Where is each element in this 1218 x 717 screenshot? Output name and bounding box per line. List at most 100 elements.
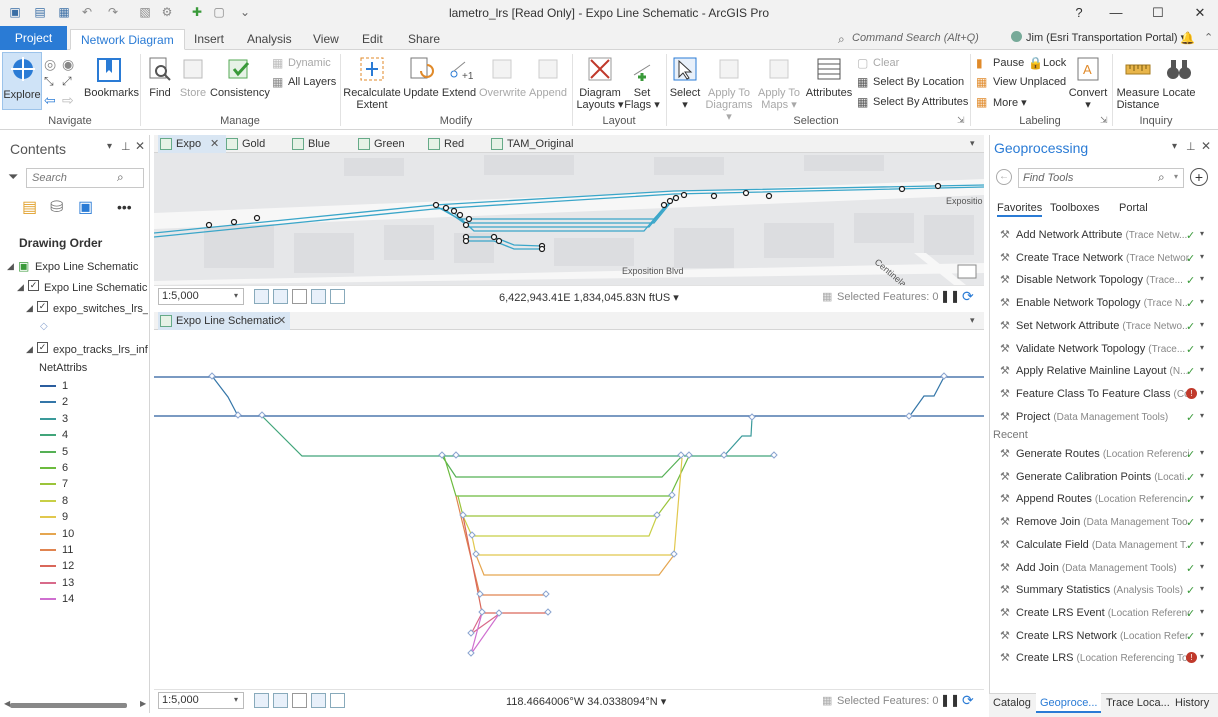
close-icon[interactable]: ✕ [210, 135, 219, 153]
locate-button[interactable]: Locate [1161, 52, 1197, 110]
map-tool-icon[interactable] [254, 289, 269, 304]
command-search-input[interactable]: Command Search (Alt+Q) [832, 29, 1020, 47]
chevron-down-icon[interactable]: ▾ [1200, 320, 1204, 329]
chevron-down-icon[interactable]: ▾ [1200, 493, 1204, 502]
tool-item[interactable]: ⚒ Add Network Attribute (Trace Netw... [1000, 226, 1190, 244]
tool-item[interactable]: ⚒ Summary Statistics (Analysis Tools) [1000, 581, 1190, 599]
dialog-launcher-icon[interactable]: ⇲ [957, 115, 965, 126]
tab-analysis[interactable]: Analysis [237, 29, 302, 50]
forward-icon[interactable]: ⇨ [62, 92, 74, 109]
apply-to-diagrams-button[interactable]: Apply To Diagrams ▾ [704, 52, 754, 123]
coordinates-readout[interactable]: 6,422,943.41E 1,834,045.83N ftUS ▾ [499, 291, 679, 304]
grid-icon[interactable] [292, 289, 307, 304]
recalculate-extent-button[interactable]: Recalculate Extent [343, 52, 401, 114]
close-icon[interactable]: ✕ [135, 139, 145, 153]
tab-geoprocessing[interactable]: Geoproce... [1036, 693, 1102, 713]
selection-list-icon[interactable]: ▣ [78, 197, 93, 217]
scale-selector[interactable]: 1:5,000 [158, 692, 244, 709]
view-unplaced-button[interactable]: View Unplaced [993, 76, 1066, 88]
close-button[interactable]: ✕ [1185, 3, 1215, 23]
expand-icon[interactable]: ◢ [17, 282, 24, 293]
append-button[interactable]: Append [527, 52, 569, 110]
chevron-down-icon[interactable]: ▾ [1200, 516, 1204, 525]
help-button[interactable]: ? [1064, 3, 1094, 23]
layer-visibility-checkbox[interactable]: ✓ [37, 342, 48, 353]
consistency-button[interactable]: Consistency [210, 52, 270, 110]
tab-network-diagram[interactable]: Network Diagram [70, 29, 185, 50]
tool-item[interactable]: ⚒ Apply Relative Mainline Layout (N... [1000, 362, 1190, 380]
map-tab-tam-original[interactable]: TAM_Original [489, 135, 573, 153]
map-tab-green[interactable]: Green [356, 135, 405, 153]
tool-item[interactable]: ⚒ Append Routes (Location Referencin... [1000, 490, 1190, 508]
tool-item[interactable]: ⚒ Project (Data Management Tools) [1000, 408, 1190, 426]
tree-item-switches-layer[interactable]: expo_switches_lrs_inf [53, 303, 148, 315]
map-tool-icon[interactable] [273, 693, 288, 708]
zoom-out-icon[interactable]: ⤢ [62, 74, 72, 89]
data-source-icon[interactable]: ⛁ [50, 197, 63, 217]
explore-button[interactable]: Explore [2, 52, 42, 110]
layer-visibility-checkbox[interactable]: ✓ [37, 301, 48, 312]
tool-item[interactable]: ⚒ Create LRS Network (Location Refer... [1000, 627, 1190, 645]
tab-list-icon[interactable]: ▾ [970, 138, 975, 149]
select-by-attributes-button[interactable]: Select By Attributes [873, 96, 968, 108]
all-layers-button[interactable]: All Layers [288, 76, 336, 88]
contents-search-input[interactable]: Search [26, 168, 144, 188]
horizontal-scrollbar[interactable] [10, 703, 127, 708]
notification-icon[interactable]: 🔔 [1180, 31, 1195, 45]
subtab-toolboxes[interactable]: Toolboxes [1050, 202, 1100, 214]
tab-edit[interactable]: Edit [352, 29, 393, 50]
tool-item[interactable]: ⚒ Validate Network Topology (Trace... [1000, 340, 1190, 358]
map-tool-icon[interactable] [273, 289, 288, 304]
diagram-layouts-button[interactable]: Diagram Layouts ▾ [576, 52, 624, 114]
chevron-down-icon[interactable]: ▾ [1200, 584, 1204, 593]
chevron-down-icon[interactable]: ▾ [1200, 539, 1204, 548]
maximize-button[interactable]: ☐ [1143, 3, 1173, 23]
convert-button[interactable]: A Convert ▾ [1066, 52, 1110, 114]
top-map-canvas[interactable]: Exposition Blvd Expositio Centinela [154, 153, 984, 285]
measure-distance-button[interactable]: Measure Distance [1115, 52, 1161, 114]
chevron-down-icon[interactable]: ▾ [1200, 630, 1204, 639]
search-icon[interactable]: ⌕ [117, 170, 124, 185]
map-tab-blue[interactable]: Blue [290, 135, 330, 153]
select-by-location-button[interactable]: Select By Location [873, 76, 964, 88]
map-tool-icon[interactable] [254, 693, 269, 708]
chevron-down-icon[interactable]: ▾ [1200, 252, 1204, 261]
tool-item[interactable]: ⚒ Add Join (Data Management Tools) [1000, 559, 1190, 577]
close-icon[interactable]: ✕ [1201, 139, 1211, 153]
scale-selector[interactable]: 1:5,000 [158, 288, 244, 305]
tool-item[interactable]: ⚒ Create LRS Event (Location Referenci... [1000, 604, 1190, 622]
dynamic-button[interactable]: Dynamic [288, 57, 331, 69]
refresh-icon[interactable]: ⟳ [962, 288, 974, 305]
bookmarks-button[interactable]: Bookmarks [84, 52, 139, 110]
constraints-icon[interactable] [330, 289, 345, 304]
tab-catalog[interactable]: Catalog [993, 693, 1031, 713]
apply-to-maps-button[interactable]: Apply To Maps ▾ [756, 52, 802, 114]
chevron-down-icon[interactable]: ▾ [1200, 343, 1204, 352]
chevron-down-icon[interactable]: ▾ [1200, 562, 1204, 571]
tab-expo-line-schematic[interactable]: Expo Line Schematic ✕ [158, 312, 290, 330]
coordinates-readout[interactable]: 118.4664006°W 34.0338094°N ▾ [506, 695, 666, 708]
dialog-launcher-icon[interactable]: ⇲ [1100, 115, 1108, 126]
user-account-menu[interactable]: Jim (Esri Transportation Portal) ▾ [1026, 31, 1186, 44]
clear-button[interactable]: Clear [873, 57, 899, 69]
chevron-down-icon[interactable]: ▾ [1200, 607, 1204, 616]
chevron-down-icon[interactable]: ▾ [234, 291, 238, 300]
add-icon[interactable]: + [1190, 168, 1208, 186]
subtab-portal[interactable]: Portal [1119, 202, 1148, 214]
snapping-icon[interactable] [311, 693, 326, 708]
scroll-right-icon[interactable]: ▶ [140, 699, 146, 708]
tool-item[interactable]: ⚒ Create Trace Network (Trace Networ... [1000, 249, 1190, 267]
chevron-down-icon[interactable]: ▾ [1200, 448, 1204, 457]
chevron-down-icon[interactable]: ▾ [1200, 471, 1204, 480]
select-button[interactable]: Select ▾ [668, 52, 702, 114]
close-icon[interactable]: ✕ [277, 312, 286, 330]
back-icon[interactable]: ← [996, 169, 1012, 185]
expand-icon[interactable]: ◢ [7, 261, 14, 272]
update-button[interactable]: Update [403, 52, 439, 110]
back-icon[interactable]: ⇦ [44, 92, 56, 109]
tab-insert[interactable]: Insert [184, 29, 234, 50]
constraints-icon[interactable] [330, 693, 345, 708]
layer-visibility-checkbox[interactable]: ✓ [28, 280, 39, 291]
tab-share[interactable]: Share [398, 29, 450, 50]
map-tab-red[interactable]: Red [426, 135, 464, 153]
